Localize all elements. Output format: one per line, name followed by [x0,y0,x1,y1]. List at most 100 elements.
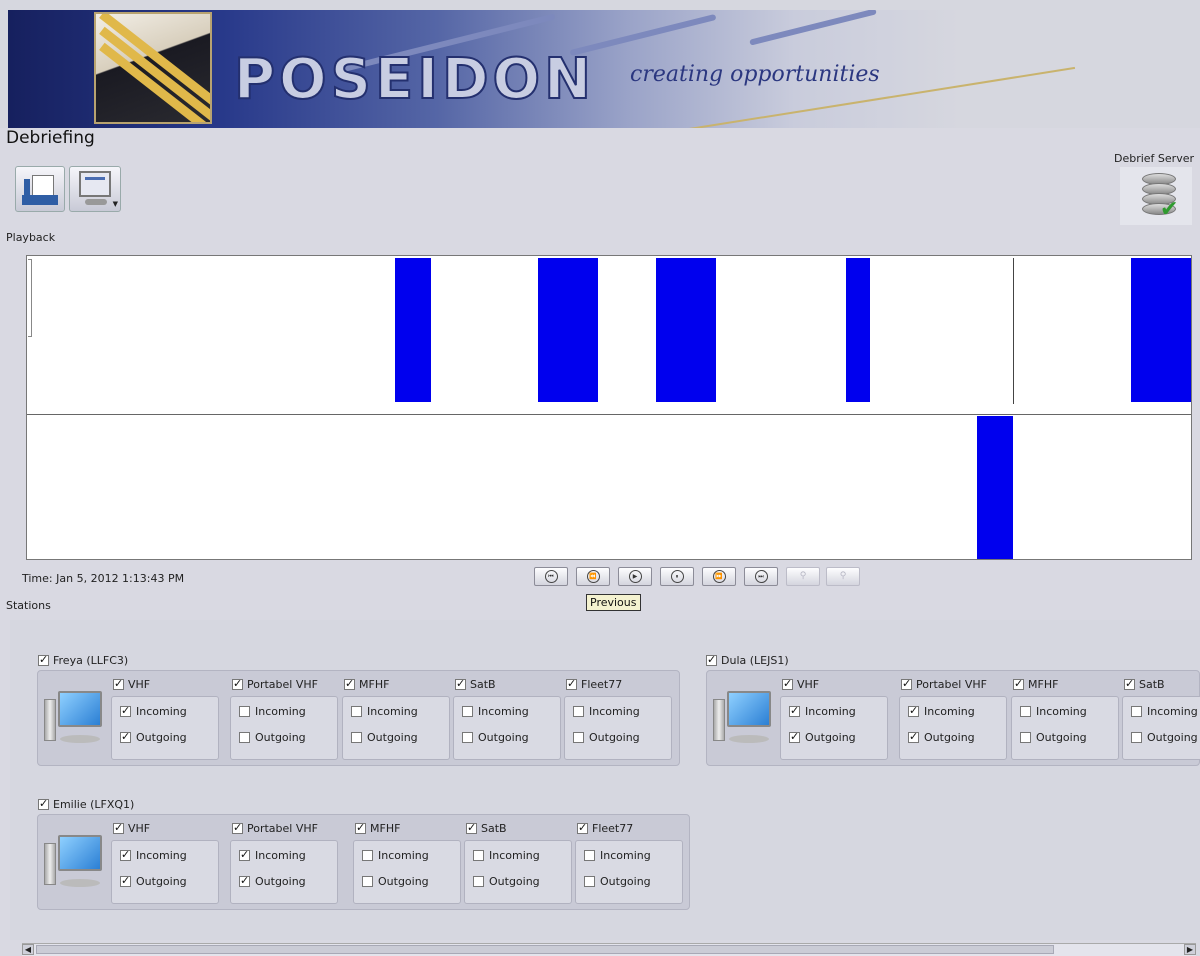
checkbox[interactable] [113,677,124,690]
checkbox[interactable] [1131,706,1142,717]
checkbox[interactable] [908,730,919,743]
checkbox[interactable] [782,677,793,690]
incoming-checkbox[interactable]: Incoming [239,705,306,718]
checkbox[interactable] [1020,732,1031,743]
play-button[interactable]: ▶ [618,567,652,586]
scroll-left-arrow-icon[interactable]: ◀ [22,944,34,955]
incoming-checkbox[interactable]: Incoming [1131,705,1198,718]
channel-checkbox[interactable]: Portabel VHF [232,821,318,835]
checkbox[interactable] [789,730,800,743]
incoming-checkbox[interactable]: Incoming [573,705,640,718]
outgoing-checkbox[interactable]: Outgoing [239,731,306,744]
checkbox[interactable] [577,821,588,834]
checkbox[interactable] [355,821,366,834]
scrollbar-thumb[interactable] [36,945,1054,954]
recording-clip[interactable] [538,258,598,402]
channel-checkbox[interactable]: VHF [113,677,150,691]
checkbox[interactable] [473,850,484,861]
outgoing-checkbox[interactable]: Outgoing [120,874,187,888]
checkbox[interactable] [38,653,49,666]
incoming-checkbox[interactable]: Incoming [908,704,975,718]
incoming-checkbox[interactable]: Incoming [584,849,651,862]
outgoing-checkbox[interactable]: Outgoing [908,730,975,744]
recording-clip[interactable] [1131,258,1191,402]
zoom-out-button[interactable]: ⚲ [826,567,860,586]
incoming-checkbox[interactable]: Incoming [120,704,187,718]
outgoing-checkbox[interactable]: Outgoing [789,730,856,744]
incoming-checkbox[interactable]: Incoming [239,848,306,862]
outgoing-checkbox[interactable]: Outgoing [584,875,651,888]
checkbox[interactable] [1131,732,1142,743]
incoming-checkbox[interactable]: Incoming [362,849,429,862]
incoming-checkbox[interactable]: Incoming [789,704,856,718]
checkbox[interactable] [351,732,362,743]
checkbox[interactable] [1013,677,1024,690]
checkbox[interactable] [573,706,584,717]
outgoing-checkbox[interactable]: Outgoing [239,874,306,888]
outgoing-checkbox[interactable]: Outgoing [462,731,529,744]
incoming-checkbox[interactable]: Incoming [473,849,540,862]
playback-timeline[interactable] [26,255,1192,560]
previous-button[interactable]: ⏪ [576,567,610,586]
horizontal-scrollbar[interactable]: ◀ ▶ [22,943,1196,956]
checkbox[interactable] [232,677,243,690]
outgoing-checkbox[interactable]: Outgoing [1020,731,1087,744]
checkbox[interactable] [706,653,717,666]
checkbox[interactable] [584,876,595,887]
incoming-checkbox[interactable]: Incoming [1020,705,1087,718]
recording-clip[interactable] [656,258,716,402]
checkbox[interactable] [908,704,919,717]
checkbox[interactable] [113,821,124,834]
outgoing-checkbox[interactable]: Outgoing [120,730,187,744]
checkbox[interactable] [455,677,466,690]
station-checkbox[interactable]: Freya (LLFC3) [38,653,128,667]
checkbox[interactable] [239,874,250,887]
checkbox[interactable] [466,821,477,834]
outgoing-checkbox[interactable]: Outgoing [351,731,418,744]
checkbox[interactable] [239,732,250,743]
checkbox[interactable] [584,850,595,861]
checkbox[interactable] [362,850,373,861]
debrief-server-button[interactable]: ✔ [1120,167,1192,225]
outgoing-checkbox[interactable]: Outgoing [362,875,429,888]
checkbox[interactable] [232,821,243,834]
channel-checkbox[interactable]: Portabel VHF [901,677,987,691]
scroll-right-arrow-icon[interactable]: ▶ [1184,944,1196,955]
checkbox[interactable] [473,876,484,887]
incoming-checkbox[interactable]: Incoming [351,705,418,718]
outgoing-checkbox[interactable]: Outgoing [573,731,640,744]
screen-menu-button[interactable]: ▼ [69,166,121,212]
channel-checkbox[interactable]: Portabel VHF [232,677,318,691]
station-checkbox[interactable]: Emilie (LFXQ1) [38,797,134,811]
channel-checkbox[interactable]: SatB [466,821,507,835]
checkbox[interactable] [362,876,373,887]
checkbox[interactable] [566,677,577,690]
checkbox[interactable] [789,704,800,717]
channel-checkbox[interactable]: MFHF [355,821,400,835]
timeline-start-marker[interactable] [28,259,32,337]
checkbox[interactable] [1020,706,1031,717]
checkbox[interactable] [120,730,131,743]
checkbox[interactable] [351,706,362,717]
checkbox[interactable] [573,732,584,743]
zoom-in-button[interactable]: ⚲ [786,567,820,586]
channel-checkbox[interactable]: SatB [455,677,496,691]
next-button[interactable]: ⏩ [702,567,736,586]
outgoing-checkbox[interactable]: Outgoing [473,875,540,888]
station-checkbox[interactable]: Dula (LEJS1) [706,653,789,667]
checkbox[interactable] [1124,677,1135,690]
recording-clip[interactable] [395,258,431,402]
checkbox[interactable] [344,677,355,690]
checkbox[interactable] [462,732,473,743]
first-button[interactable]: ⏮ [534,567,568,586]
channel-checkbox[interactable]: Fleet77 [577,821,633,835]
checkbox[interactable] [38,797,49,810]
outgoing-checkbox[interactable]: Outgoing [1131,731,1198,744]
incoming-checkbox[interactable]: Incoming [120,848,187,862]
incoming-checkbox[interactable]: Incoming [462,705,529,718]
checkbox[interactable] [120,874,131,887]
channel-checkbox[interactable]: Fleet77 [566,677,622,691]
document-button[interactable] [15,166,65,212]
checkbox[interactable] [901,677,912,690]
last-button[interactable]: ⏭ [744,567,778,586]
